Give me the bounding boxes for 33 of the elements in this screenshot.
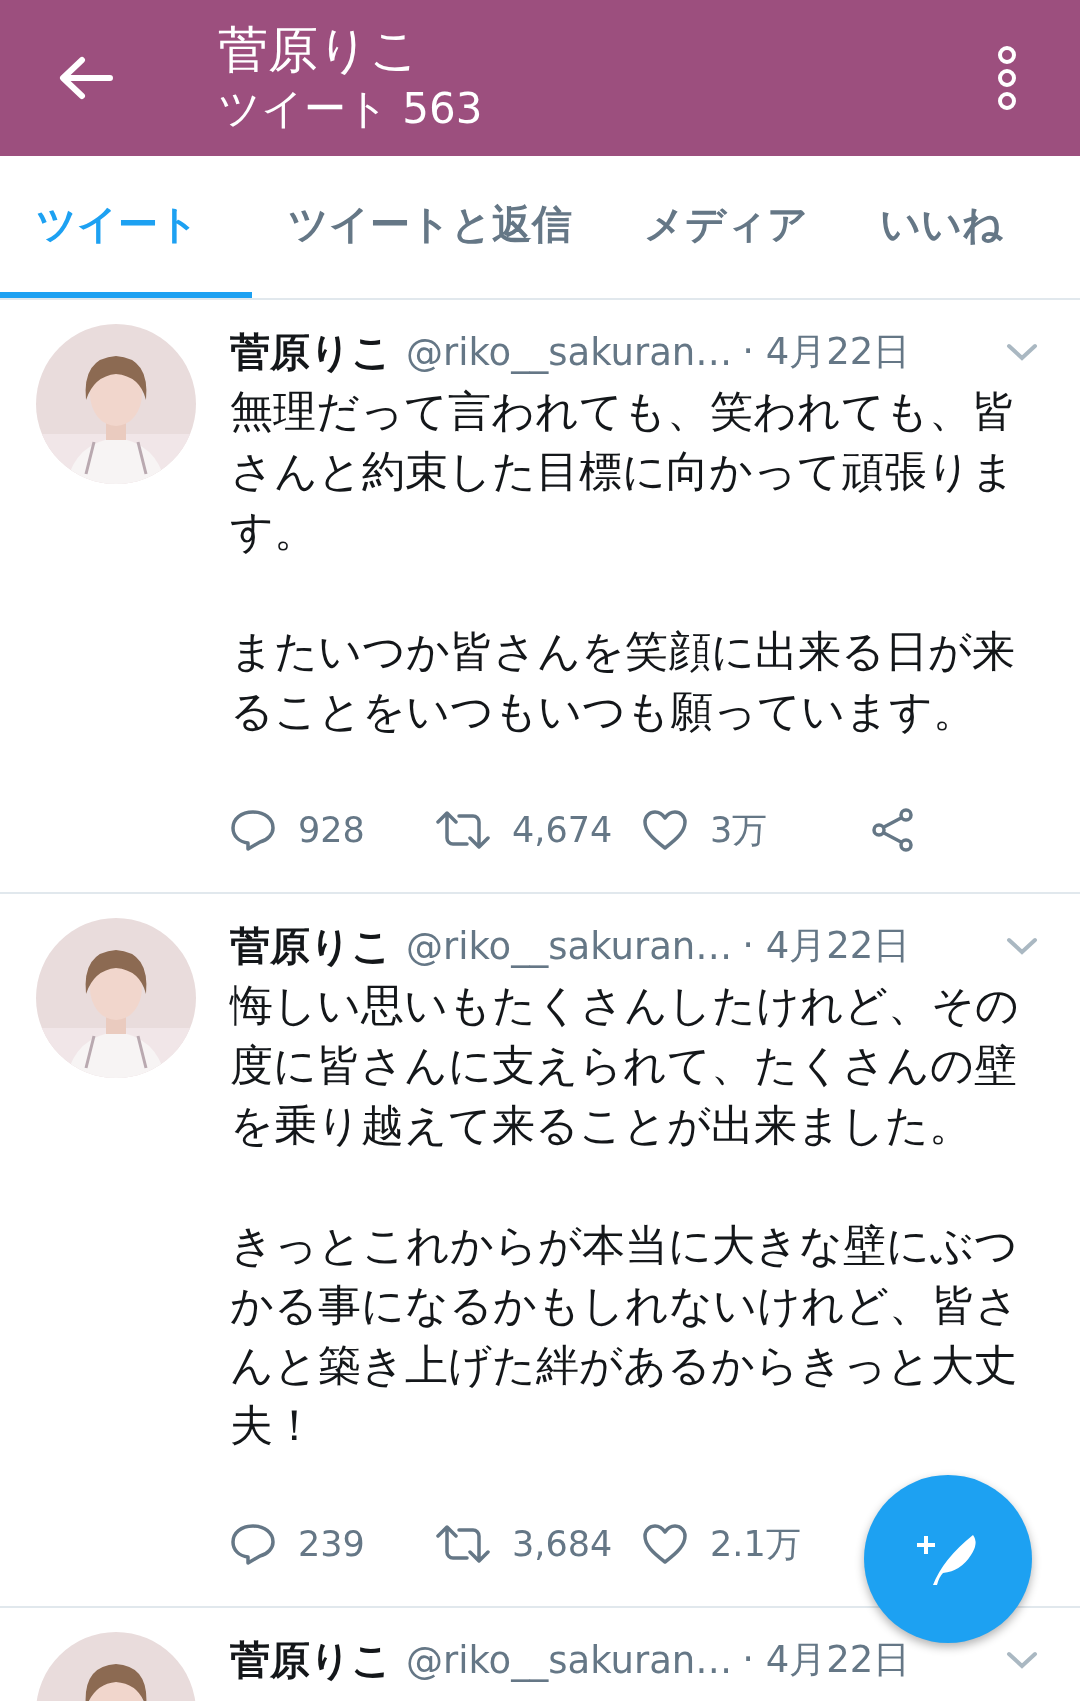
retweet-icon[interactable] xyxy=(436,1524,490,1564)
tweet-date: · 4月22日 xyxy=(742,329,911,375)
author-name[interactable]: 菅原りこ xyxy=(230,918,392,974)
author-handle[interactable]: @riko__sakuran… xyxy=(406,1638,733,1682)
profile-name: 菅原りこ xyxy=(218,20,421,81)
tweet-text: 悔しい思いもたくさんしたけれど、その度に皆さんに支えられて、たくさんの壁を乗り越えて来ることが出来ました。 xyxy=(230,980,1020,1152)
reply-icon[interactable] xyxy=(230,809,276,851)
like-count: 3万 xyxy=(710,808,768,852)
reply-count: 928 xyxy=(298,810,365,850)
author-handle[interactable]: @riko__sakuran… xyxy=(406,924,733,968)
profile-tab[interactable]: ツイートと返信 xyxy=(252,156,608,298)
retweet-count: 4,674 xyxy=(512,810,613,850)
retweet-icon[interactable] xyxy=(436,810,490,850)
tweet-date: · 4月22日 xyxy=(742,1637,911,1683)
tweet-text: 無理だって言われても、笑われても、皆さんと約束した目標に向かって頑張ります。 xyxy=(230,386,1016,558)
tweet-date: · 4月22日 xyxy=(742,923,911,969)
share-icon[interactable] xyxy=(870,807,916,853)
author-name[interactable]: 菅原りこ xyxy=(230,1632,392,1688)
reply-count: 239 xyxy=(298,1524,365,1564)
tweet-count: ツイート 563 xyxy=(218,83,484,135)
tweet-text: きっとこれからが本当に大きな壁にぶつかる事になるかもしれないけれど、皆さんと築き上げた絆があるからきっと大丈夫！ xyxy=(230,1220,1020,1452)
author-name[interactable]: 菅原りこ xyxy=(230,324,392,380)
profile-tab[interactable]: ツイート xyxy=(0,156,252,298)
reply-icon[interactable] xyxy=(230,1523,276,1565)
profile-tab[interactable]: メディア xyxy=(608,156,844,298)
profile-tab[interactable]: いいね xyxy=(844,156,1039,298)
back-arrow-icon[interactable] xyxy=(58,56,114,100)
retweet-count: 3,684 xyxy=(512,1524,613,1564)
like-count: 2.1万 xyxy=(710,1522,801,1566)
author-handle[interactable]: @riko__sakuran… xyxy=(406,330,733,374)
heart-icon[interactable] xyxy=(642,1523,688,1565)
heart-icon[interactable] xyxy=(642,809,688,851)
tweet-text: またいつか皆さんを笑顔に出来る日が来ることをいつもいつも願っています。 xyxy=(230,626,1016,738)
